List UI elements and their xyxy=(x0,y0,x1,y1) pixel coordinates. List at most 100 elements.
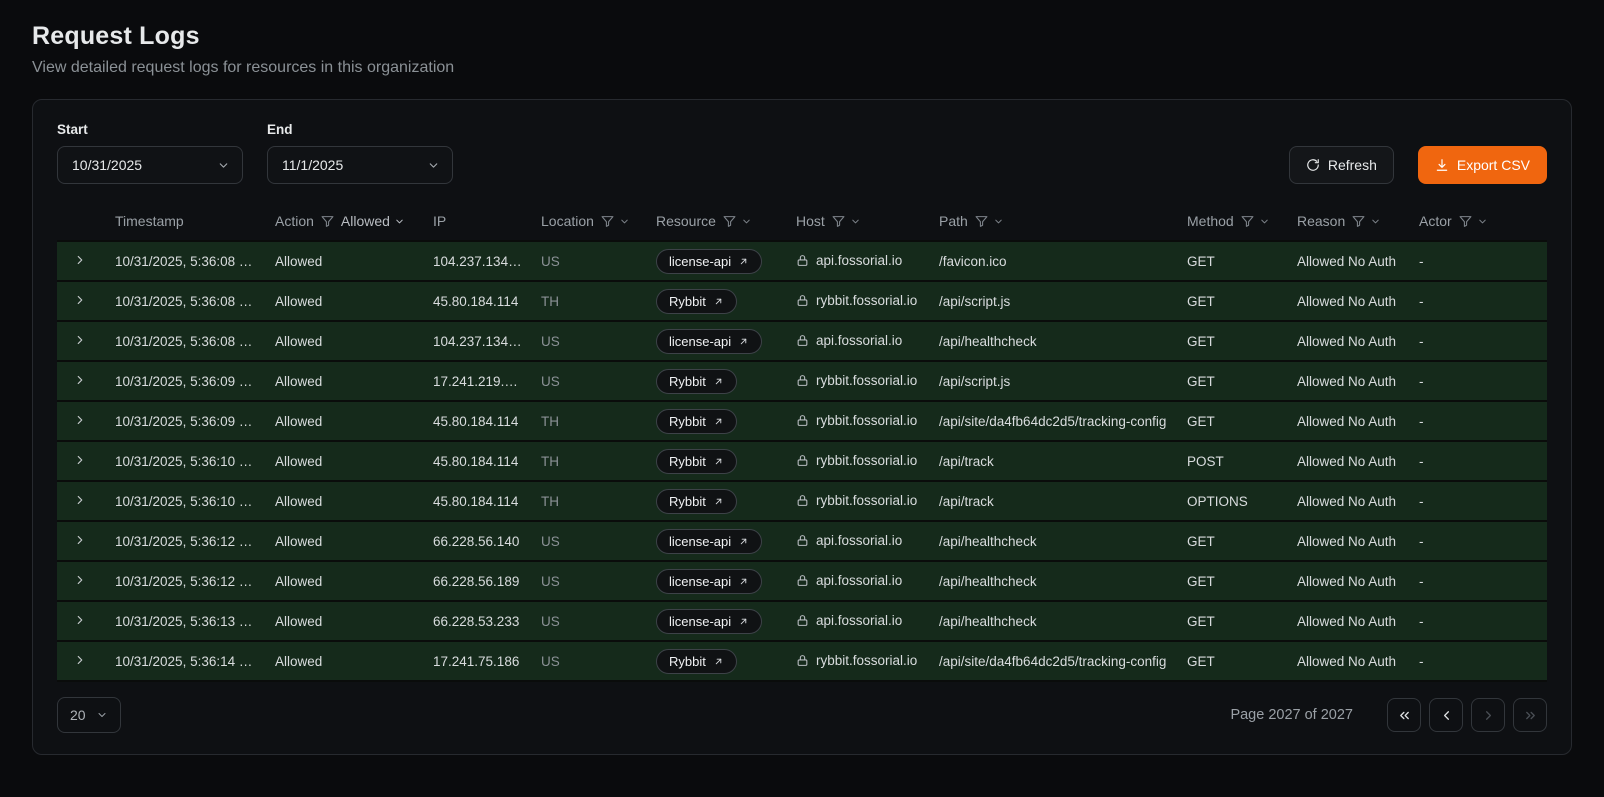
filter-icon[interactable] xyxy=(1352,215,1365,228)
resource-badge[interactable]: license-api xyxy=(656,609,762,634)
host-cell: rybbit.fossorial.io xyxy=(788,361,931,401)
page-title: Request Logs xyxy=(32,22,1572,51)
table-row[interactable]: 10/31/2025, 5:36:08 PM Allowed 104.237.1… xyxy=(57,321,1547,361)
location-cell: TH xyxy=(533,441,648,481)
filter-icon[interactable] xyxy=(1241,215,1254,228)
action-cell: Allowed xyxy=(267,321,425,361)
table-row[interactable]: 10/31/2025, 5:36:12 PM Allowed 66.228.56… xyxy=(57,561,1547,601)
expand-row-icon[interactable] xyxy=(73,533,87,547)
filter-icon[interactable] xyxy=(975,215,988,228)
method-cell: GET xyxy=(1179,561,1289,601)
pagination-first-button[interactable] xyxy=(1387,698,1421,732)
host-name: api.fossorial.io xyxy=(816,253,902,268)
column-label: Path xyxy=(939,213,968,229)
actor-cell: - xyxy=(1411,521,1547,561)
chevron-down-icon xyxy=(217,159,230,172)
pagination-prev-button[interactable] xyxy=(1429,698,1463,732)
filter-icon[interactable] xyxy=(321,215,334,228)
pagination-next-button[interactable] xyxy=(1471,698,1505,732)
expand-row-icon[interactable] xyxy=(73,573,87,587)
resource-cell: license-api xyxy=(648,561,788,601)
chevron-down-icon[interactable] xyxy=(741,216,752,227)
host-name: rybbit.fossorial.io xyxy=(816,453,917,468)
column-header-timestamp[interactable]: Timestamp xyxy=(107,204,267,241)
resource-badge[interactable]: license-api xyxy=(656,249,762,274)
page-size-select[interactable]: 20 xyxy=(57,697,121,733)
resource-badge[interactable]: Rybbit xyxy=(656,449,737,474)
actor-cell: - xyxy=(1411,641,1547,681)
expand-row-icon[interactable] xyxy=(73,373,87,387)
table-row[interactable]: 10/31/2025, 5:36:08 PM Allowed 104.237.1… xyxy=(57,241,1547,281)
reason-cell: Allowed No Auth xyxy=(1289,561,1411,601)
expand-row-icon[interactable] xyxy=(73,333,87,347)
host-cell: api.fossorial.io xyxy=(788,321,931,361)
column-header-resource[interactable]: Resource xyxy=(648,204,788,241)
end-date-select[interactable]: 11/1/2025 xyxy=(267,146,453,184)
table-row[interactable]: 10/31/2025, 5:36:13 PM Allowed 66.228.53… xyxy=(57,601,1547,641)
chevron-down-icon[interactable] xyxy=(993,216,1004,227)
table-row[interactable]: 10/31/2025, 5:36:12 PM Allowed 66.228.56… xyxy=(57,521,1547,561)
resource-badge[interactable]: Rybbit xyxy=(656,369,737,394)
resource-badge[interactable]: Rybbit xyxy=(656,649,737,674)
actor-cell: - xyxy=(1411,401,1547,441)
external-link-icon xyxy=(713,296,724,307)
resource-cell: license-api xyxy=(648,601,788,641)
column-header-method[interactable]: Method xyxy=(1179,204,1289,241)
chevron-down-icon[interactable] xyxy=(850,216,861,227)
action-filter-select[interactable]: Allowed xyxy=(341,213,405,229)
column-header-actor[interactable]: Actor xyxy=(1411,204,1547,241)
table-row[interactable]: 10/31/2025, 5:36:08 PM Allowed 45.80.184… xyxy=(57,281,1547,321)
resource-badge[interactable]: license-api xyxy=(656,569,762,594)
reason-cell: Allowed No Auth xyxy=(1289,601,1411,641)
action-cell: Allowed xyxy=(267,361,425,401)
filter-icon[interactable] xyxy=(723,215,736,228)
chevron-down-icon[interactable] xyxy=(1370,216,1381,227)
resource-badge[interactable]: license-api xyxy=(656,529,762,554)
ip-cell: 45.80.184.114 xyxy=(425,281,533,321)
lock-icon xyxy=(796,254,809,267)
resource-badge[interactable]: Rybbit xyxy=(656,489,737,514)
ip-cell: 66.228.56.140 xyxy=(425,521,533,561)
host-name: api.fossorial.io xyxy=(816,613,902,628)
expand-row-icon[interactable] xyxy=(73,293,87,307)
chevrons-right-icon xyxy=(1523,708,1538,723)
chevron-down-icon[interactable] xyxy=(619,216,630,227)
location-cell: US xyxy=(533,521,648,561)
expand-row-icon[interactable] xyxy=(73,253,87,267)
resource-badge[interactable]: license-api xyxy=(656,329,762,354)
column-header-reason[interactable]: Reason xyxy=(1289,204,1411,241)
expand-row-icon[interactable] xyxy=(73,653,87,667)
expand-row-icon[interactable] xyxy=(73,493,87,507)
host-name: api.fossorial.io xyxy=(816,533,902,548)
filter-icon[interactable] xyxy=(601,215,614,228)
column-header-action[interactable]: Action Allowed xyxy=(267,204,425,241)
filter-icon[interactable] xyxy=(832,215,845,228)
pagination-last-button[interactable] xyxy=(1513,698,1547,732)
table-row[interactable]: 10/31/2025, 5:36:10 PM Allowed 45.80.184… xyxy=(57,441,1547,481)
timestamp-cell: 10/31/2025, 5:36:14 PM xyxy=(107,641,267,681)
start-date-select[interactable]: 10/31/2025 xyxy=(57,146,243,184)
column-label: Location xyxy=(541,213,594,229)
column-header-location[interactable]: Location xyxy=(533,204,648,241)
table-row[interactable]: 10/31/2025, 5:36:10 PM Allowed 45.80.184… xyxy=(57,481,1547,521)
table-row[interactable]: 10/31/2025, 5:36:09 PM Allowed 17.241.21… xyxy=(57,361,1547,401)
actor-cell: - xyxy=(1411,241,1547,281)
table-row[interactable]: 10/31/2025, 5:36:14 PM Allowed 17.241.75… xyxy=(57,641,1547,681)
expand-row-icon[interactable] xyxy=(73,413,87,427)
column-header-ip[interactable]: IP xyxy=(425,204,533,241)
resource-badge[interactable]: Rybbit xyxy=(656,289,737,314)
column-header-host[interactable]: Host xyxy=(788,204,931,241)
expand-row-icon[interactable] xyxy=(73,613,87,627)
expand-row-icon[interactable] xyxy=(73,453,87,467)
resource-badge[interactable]: Rybbit xyxy=(656,409,737,434)
column-header-path[interactable]: Path xyxy=(931,204,1179,241)
chevron-down-icon[interactable] xyxy=(1477,216,1488,227)
refresh-icon xyxy=(1306,158,1320,172)
refresh-button[interactable]: Refresh xyxy=(1289,146,1394,184)
host-cell: api.fossorial.io xyxy=(788,601,931,641)
export-csv-button[interactable]: Export CSV xyxy=(1418,146,1547,184)
chevron-down-icon[interactable] xyxy=(1259,216,1270,227)
table-row[interactable]: 10/31/2025, 5:36:09 PM Allowed 45.80.184… xyxy=(57,401,1547,441)
host-cell: rybbit.fossorial.io xyxy=(788,481,931,521)
filter-icon[interactable] xyxy=(1459,215,1472,228)
